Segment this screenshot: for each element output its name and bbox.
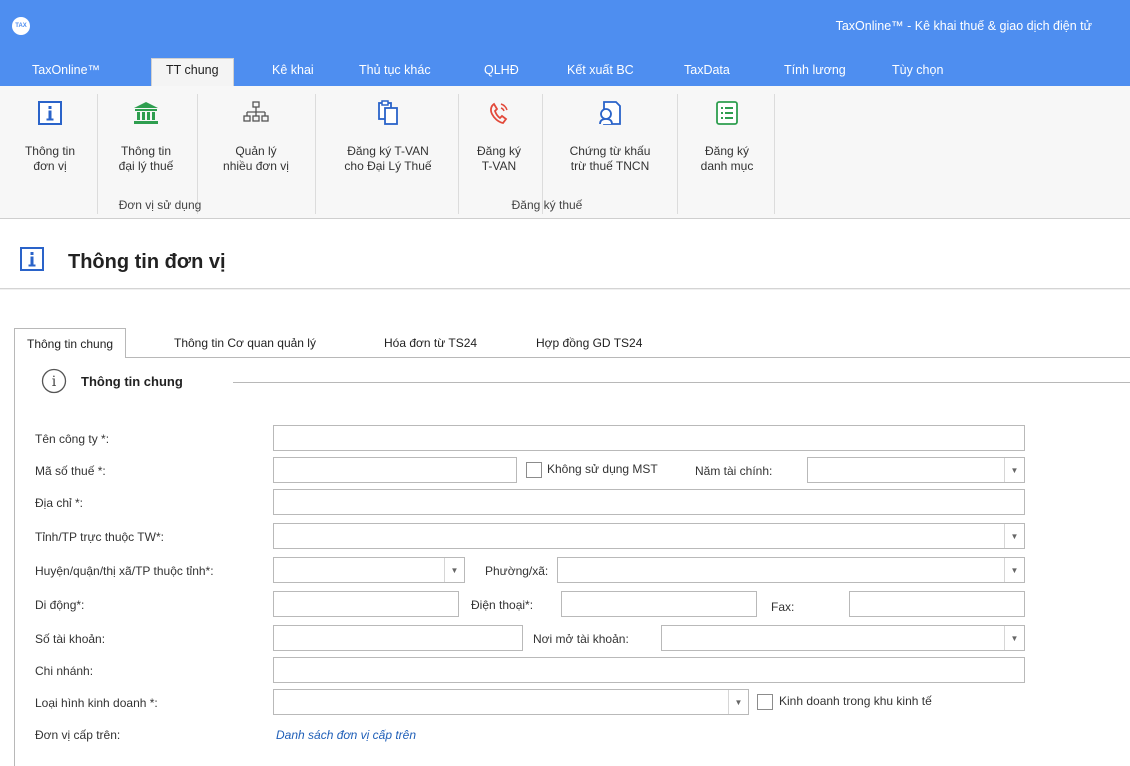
branch-input[interactable]: [273, 657, 1025, 683]
menu-tab-taxonline[interactable]: TaxOnline™: [22, 60, 110, 86]
ribbon-button-label: Đăng ký danh mục: [700, 144, 754, 173]
address-label: Địa chỉ *:: [35, 496, 84, 510]
ribbon-button-dang-ky-danh-muc[interactable]: Đăng ký danh mục: [684, 86, 770, 186]
clipboard-icon: [378, 100, 398, 125]
ribbon-separator: [774, 94, 775, 214]
no-tax-code-label: Không sử dụng MST: [547, 462, 658, 476]
economic-zone-checkbox[interactable]: [757, 694, 773, 710]
tab-hoa-don-ts24[interactable]: Hóa đơn từ TS24: [372, 328, 489, 358]
bank-label: Nơi mở tài khoản:: [533, 632, 629, 646]
menu-tab-tinh-luong[interactable]: Tính lương: [774, 60, 856, 86]
ribbon-group-don-vi-su-dung: Đơn vị sử dụng: [118, 198, 202, 212]
ribbon-separator: [677, 94, 678, 214]
tab-thong-tin-co-quan-quan-ly[interactable]: Thông tin Cơ quan quản lý: [162, 328, 328, 358]
fiscal-year-select[interactable]: ▼: [807, 457, 1025, 483]
menu-tab-tt-chung[interactable]: TT chung: [151, 58, 234, 86]
org-chart-icon: [243, 101, 269, 122]
address-input[interactable]: [273, 489, 1025, 515]
menu-tab-ket-xuat-bc[interactable]: Kết xuất BC: [557, 60, 644, 86]
menu-tab-tuy-chon[interactable]: Tùy chọn: [882, 60, 953, 86]
content-tabs: Thông tin chung Thông tin Cơ quan quản l…: [14, 328, 1130, 359]
ward-select[interactable]: ▼: [557, 557, 1025, 583]
menu-tab-thu-tuc-khac[interactable]: Thủ tục khác: [349, 60, 441, 86]
window-title: TaxOnline™ - Kê khai thuế & giao dịch đi…: [835, 19, 1092, 33]
general-info-panel: i Thông tin chung Tên công ty *: Mã số t…: [14, 358, 1130, 766]
account-number-label: Số tài khoản:: [35, 632, 106, 646]
ward-label: Phường/xã:: [485, 564, 549, 578]
chevron-down-icon: ▼: [444, 558, 464, 582]
chevron-down-icon: ▼: [1004, 524, 1024, 548]
district-label: Huyện/quận/thị xã/TP thuộc tỉnh*:: [35, 564, 214, 578]
ribbon-separator: [197, 94, 198, 214]
document-user-icon: [599, 101, 621, 125]
ribbon-button-dang-ky-tvan[interactable]: Đăng ký T-VAN: [462, 86, 536, 186]
app-logo: TAX: [12, 17, 30, 35]
ribbon-button-dang-ky-tvan-dai-ly[interactable]: Đăng ký T-VAN cho Đại Lý Thuế: [322, 86, 454, 186]
section-title: Thông tin chung: [81, 374, 183, 389]
ribbon-button-thong-tin-don-vi[interactable]: Thông tin đơn vị: [12, 86, 88, 186]
economic-zone-label: Kinh doanh trong khu kinh tế: [779, 694, 932, 708]
svg-text:i: i: [52, 374, 57, 390]
chevron-down-icon: ▼: [1004, 458, 1024, 482]
ribbon-button-label: Chứng từ khấu trừ thuế TNCN: [569, 144, 651, 173]
list-icon: [716, 101, 738, 125]
parent-unit-label: Đơn vị cấp trên:: [35, 728, 121, 742]
bank-select[interactable]: ▼: [661, 625, 1025, 651]
content-area: Thông tin chung Thông tin Cơ quan quản l…: [0, 290, 1130, 766]
phone-label: Điện thoại*:: [471, 598, 534, 612]
parent-unit-list-link[interactable]: Danh sách đơn vị cấp trên: [276, 728, 416, 742]
ribbon-separator: [542, 94, 543, 214]
tab-hop-dong-gd-ts24[interactable]: Hợp đồng GD TS24: [524, 328, 654, 358]
section-divider: [233, 382, 1130, 383]
bank-icon: [134, 102, 158, 124]
tax-code-label: Mã số thuế *:: [35, 464, 106, 478]
company-name-label: Tên công ty *:: [35, 432, 110, 446]
account-number-input[interactable]: [273, 625, 523, 651]
chevron-down-icon: ▼: [1004, 558, 1024, 582]
ribbon-button-quan-ly-nhieu-don-vi[interactable]: Quản lý nhiều đơn vị: [204, 86, 308, 186]
ribbon-separator: [315, 94, 316, 214]
mobile-input[interactable]: [273, 591, 459, 617]
branch-label: Chi nhánh:: [35, 664, 94, 678]
fiscal-year-label: Năm tài chính:: [695, 464, 773, 478]
ribbon-button-label: Đăng ký T-VAN cho Đại Lý Thuế: [344, 144, 432, 173]
menu-bar: TaxOnline™ TT chung Kê khai Thủ tục khác…: [0, 52, 1130, 86]
ribbon-separator: [97, 94, 98, 214]
ribbon-button-label: Thông tin đại lý thuế: [118, 144, 174, 173]
fax-input[interactable]: [849, 591, 1025, 617]
district-select[interactable]: ▼: [273, 557, 465, 583]
phone-icon: [490, 102, 508, 124]
ribbon-button-label: Quản lý nhiều đơn vị: [223, 144, 289, 173]
info-circle-icon: i: [41, 368, 67, 394]
province-label: Tỉnh/TP trực thuộc TW*:: [35, 530, 164, 544]
phone-input[interactable]: [561, 591, 757, 617]
page-header: Thông tin đơn vị: [0, 219, 1130, 289]
province-select[interactable]: ▼: [273, 523, 1025, 549]
mobile-label: Di động*:: [35, 598, 85, 612]
chevron-down-icon: ▼: [728, 690, 748, 714]
info-icon: [20, 247, 44, 271]
title-bar: TAX TaxOnline™ - Kê khai thuế & giao dịc…: [0, 0, 1130, 52]
no-tax-code-checkbox[interactable]: [526, 462, 542, 478]
ribbon-button-chung-tu-khau-tru[interactable]: Chứng từ khấu trừ thuế TNCN: [548, 86, 672, 186]
ribbon-button-thong-tin-dai-ly-thue[interactable]: Thông tin đại lý thuế: [104, 86, 188, 186]
tab-thong-tin-chung[interactable]: Thông tin chung: [14, 328, 127, 359]
chevron-down-icon: ▼: [1004, 626, 1024, 650]
ribbon-button-label: Đăng ký T-VAN: [476, 144, 522, 173]
menu-tab-ke-khai[interactable]: Kê khai: [262, 60, 324, 86]
menu-tab-qlhd[interactable]: QLHĐ: [474, 60, 529, 86]
company-name-input[interactable]: [273, 425, 1025, 451]
business-type-select[interactable]: ▼: [273, 689, 749, 715]
ribbon: Thông tin đơn vị Thông tin đại lý thuế Q…: [0, 86, 1130, 219]
menu-tab-taxdata[interactable]: TaxData: [674, 60, 740, 86]
ribbon-group-dang-ky-thue: Đăng ký thuế: [511, 198, 583, 212]
tax-code-input[interactable]: [273, 457, 517, 483]
business-type-label: Loại hình kinh doanh *:: [35, 696, 158, 710]
fax-label: Fax:: [771, 600, 795, 614]
ribbon-separator: [458, 94, 459, 214]
info-icon: [38, 101, 62, 125]
page-title: Thông tin đơn vị: [68, 251, 226, 273]
ribbon-button-label: Thông tin đơn vị: [24, 144, 76, 173]
